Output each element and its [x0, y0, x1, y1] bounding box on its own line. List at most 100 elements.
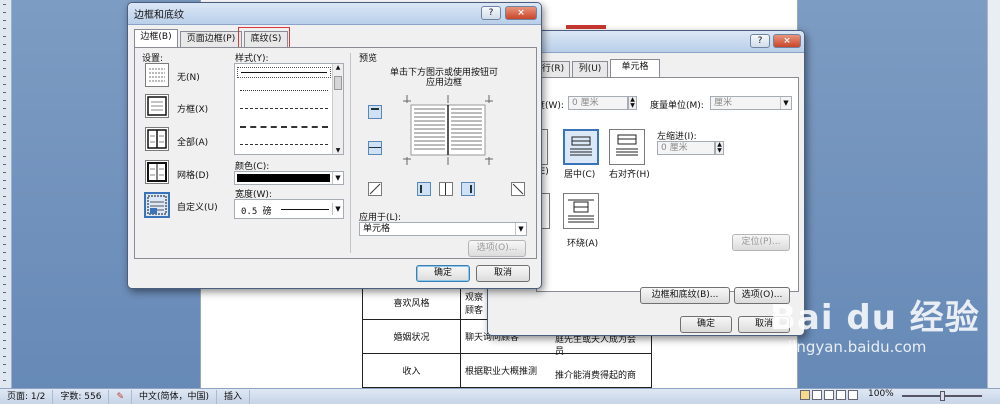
tab-page-border[interactable]: 页面边框(P): [180, 31, 242, 47]
setting-all-icon[interactable]: [145, 127, 169, 151]
style-list[interactable]: ▲ ▼: [234, 63, 344, 155]
ok-button[interactable]: 确定: [680, 316, 732, 333]
print-layout-icon[interactable]: [800, 390, 810, 400]
ruler-tick: [3, 196, 6, 197]
style-option-dash-small[interactable]: [240, 108, 328, 109]
setting-grid-label[interactable]: 网格(D): [177, 168, 209, 181]
chevron-down-icon[interactable]: ▼: [515, 223, 526, 235]
ruler-tick: [3, 220, 6, 221]
setting-none-label[interactable]: 无(N): [177, 70, 200, 83]
color-select[interactable]: ▼: [234, 171, 344, 185]
style-list-scrollbar[interactable]: ▲ ▼: [332, 64, 343, 154]
help-button[interactable]: ?: [481, 6, 501, 20]
web-layout-icon[interactable]: [824, 390, 834, 400]
zoom-level[interactable]: 100%: [868, 389, 894, 399]
ruler-tick: [3, 268, 6, 269]
chevron-down-icon[interactable]: ▼: [780, 97, 791, 109]
apply-to-select[interactable]: 单元格: [359, 222, 527, 236]
ruler-tick: [3, 332, 6, 333]
options-button[interactable]: 选项(O)...: [468, 240, 526, 257]
position-button[interactable]: 定位(P)...: [732, 234, 790, 251]
border-diag-up-button[interactable]: [511, 182, 525, 196]
style-option-dash-large[interactable]: [240, 126, 328, 128]
setting-custom-label[interactable]: 自定义(U): [177, 200, 218, 213]
vertical-ruler: [0, 0, 12, 388]
width-field[interactable]: 0 厘米: [568, 96, 628, 110]
unit-label: 度量单位(M):: [650, 101, 704, 111]
vertical-scrollbar[interactable]: [987, 0, 1000, 388]
tab-cell[interactable]: 单元格: [610, 59, 660, 77]
style-option-dotted[interactable]: [240, 90, 328, 91]
align-right-icon[interactable]: [609, 129, 645, 165]
style-option-solid[interactable]: [237, 67, 331, 78]
border-top-button[interactable]: [368, 105, 382, 119]
ok-button[interactable]: 确定: [416, 265, 470, 282]
tab-borders[interactable]: 边框(B): [134, 29, 178, 47]
status-language[interactable]: 中文(简体，中国): [132, 389, 218, 404]
ruler-tick: [3, 292, 6, 293]
view-buttons[interactable]: [800, 390, 862, 402]
ruler-tick: [3, 132, 6, 133]
table-cell-label[interactable]: 收入: [362, 353, 461, 388]
table-cell-label[interactable]: 婚姻状况: [362, 319, 461, 354]
cancel-button[interactable]: 取消: [476, 265, 530, 282]
status-page[interactable]: 页面: 1/2: [0, 389, 54, 404]
style-option-dash-dot[interactable]: [240, 144, 328, 145]
help-button[interactable]: ?: [750, 34, 770, 48]
doc-red-mark: [566, 25, 606, 29]
ruler-tick: [3, 284, 6, 285]
border-left-button[interactable]: [417, 182, 431, 196]
border-diag-down-button[interactable]: [368, 182, 382, 196]
close-button[interactable]: ×: [505, 6, 537, 20]
table-extra-text-1: 庭先生或夫人成为会 员: [555, 335, 637, 357]
setting-box-icon[interactable]: [145, 94, 169, 118]
draft-icon[interactable]: [848, 390, 858, 400]
ruler-tick: [3, 188, 6, 189]
color-swatch: [237, 174, 330, 182]
setting-none-icon[interactable]: [145, 63, 169, 87]
preview-hint-2: 应用边框: [425, 78, 462, 88]
outline-icon[interactable]: [836, 390, 846, 400]
align-center-icon[interactable]: [563, 129, 599, 165]
preview-area[interactable]: [403, 95, 493, 165]
ruler-tick: [3, 260, 6, 261]
wrap-around-icon[interactable]: [563, 193, 599, 229]
close-button[interactable]: ×: [773, 34, 801, 48]
ruler-tick: [3, 380, 6, 381]
border-middle-v-button[interactable]: [439, 182, 453, 196]
ruler-tick: [3, 340, 6, 341]
setting-all-label[interactable]: 全部(A): [177, 135, 208, 148]
table-cell-label[interactable]: 喜欢风格: [362, 285, 461, 320]
width-select[interactable]: 0.5 磅 ▼: [234, 199, 344, 219]
width-spinner[interactable]: ▲ ▼: [628, 96, 637, 110]
chevron-down-icon[interactable]: ▼: [332, 172, 343, 184]
chevron-down-icon[interactable]: ▼: [332, 203, 343, 215]
ruler-tick: [3, 20, 6, 21]
setting-grid-icon[interactable]: [145, 160, 169, 184]
ruler-tick: [3, 156, 6, 157]
ruler-tick: [3, 316, 6, 317]
borders-shading-button[interactable]: 边框和底纹(B)...: [640, 287, 730, 304]
ruler-tick: [3, 324, 6, 325]
setting-custom-icon[interactable]: [144, 192, 170, 218]
ruler-tick: [3, 244, 6, 245]
status-words[interactable]: 字数: 556: [53, 389, 110, 404]
ruler-tick: [3, 84, 6, 85]
status-mode[interactable]: 插入: [217, 389, 251, 404]
border-middle-h-button[interactable]: [368, 141, 382, 155]
zoom-slider[interactable]: [902, 391, 982, 401]
left-indent-spinner[interactable]: ▲ ▼: [715, 141, 724, 155]
baidu-logo-text: Bai du 经验: [770, 298, 980, 338]
left-indent-field[interactable]: 0 厘米: [657, 141, 715, 155]
border-right-button[interactable]: [461, 182, 475, 196]
tab-column[interactable]: 列(U): [572, 61, 608, 77]
align-center-label: 居中(C): [564, 170, 596, 180]
ruler-tick: [3, 108, 6, 109]
setting-box-label[interactable]: 方框(X): [177, 102, 208, 115]
ruler-tick: [3, 148, 6, 149]
column-divider: [350, 53, 351, 253]
zoom-slider-thumb[interactable]: [940, 391, 945, 401]
status-proofing-icon[interactable]: ✎: [109, 389, 133, 404]
full-screen-icon[interactable]: [812, 390, 822, 400]
borders-shading-dialog: 边框和底纹 ? × 边框(B) 页面边框(P) 底纹(S) 设置: 无(N) 方…: [127, 2, 542, 289]
